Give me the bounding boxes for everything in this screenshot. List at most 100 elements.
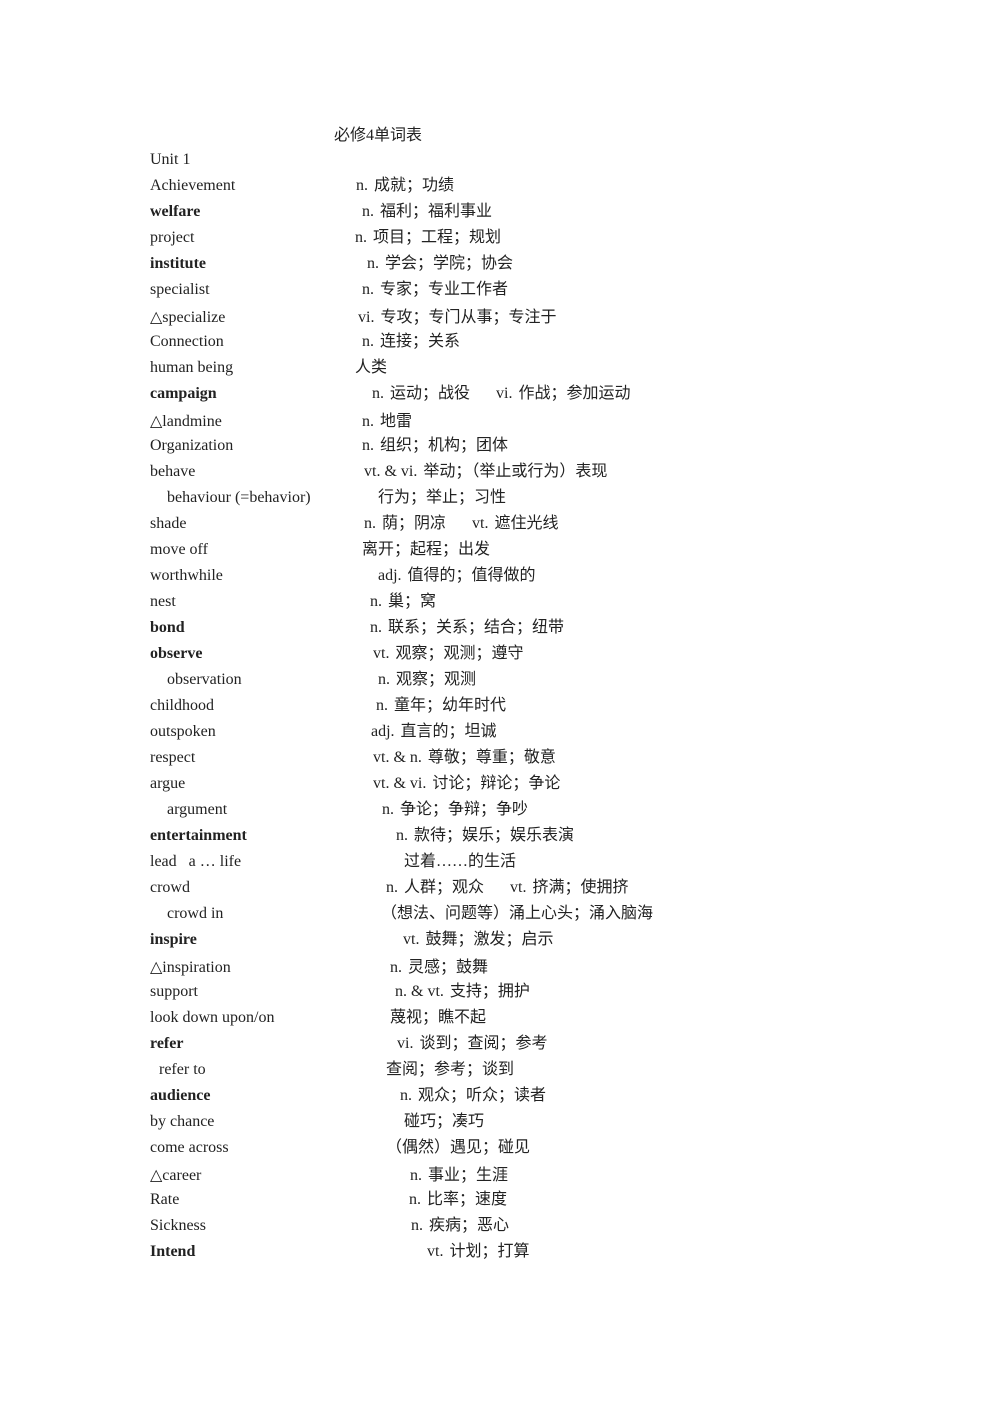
meaning: 值得的；值得做的 <box>407 567 536 584</box>
part-of-speech: n. <box>400 1087 412 1104</box>
meaning: 离开；起程；出发 <box>362 541 491 558</box>
vocab-word: worthwhile <box>150 567 223 584</box>
meaning: 谈到；查阅；参考 <box>419 1035 548 1052</box>
vocab-word: Connection <box>150 333 224 350</box>
vocab-definition: n. 童年；幼年时代 <box>376 696 506 716</box>
meaning: 碰巧；凑巧 <box>404 1113 485 1130</box>
vocab-entry: Intend vt. 计划；打算 <box>0 1242 993 1268</box>
vocab-word: crowd <box>150 879 190 896</box>
meaning: 成就；功绩 <box>374 177 455 194</box>
meaning: 比率；速度 <box>427 1191 508 1208</box>
vocab-definition: vi. 谈到；查阅；参考 <box>397 1034 547 1054</box>
vocab-definition: n. 专家；专业工作者 <box>362 280 508 300</box>
vocab-entry: observation n. 观察；观测 <box>0 670 993 696</box>
vocab-word: behaviour (=behavior) <box>167 489 311 506</box>
part-of-speech: vt. & vi. <box>364 463 418 480</box>
vocab-definition: n. 观察；观测 <box>378 670 476 690</box>
part-of-speech: n. <box>370 619 382 636</box>
vocab-word: △inspiration <box>150 959 231 976</box>
part-of-speech: vt. <box>510 879 527 896</box>
vocab-word: campaign <box>150 385 217 402</box>
vocab-entry: Organization n. 组织；机构；团体 <box>0 436 993 462</box>
part-of-speech: vt. & vi. <box>373 775 427 792</box>
vocab-definition: 过着……的生活 <box>404 852 516 872</box>
vocab-entry: specialist n. 专家；专业工作者 <box>0 280 993 306</box>
vocab-definition: n. 争论；争辩；争吵 <box>382 800 528 820</box>
meaning: 组织；机构；团体 <box>380 437 509 454</box>
part-of-speech: vi. <box>496 385 513 402</box>
vocab-definition: 蔑视；瞧不起 <box>390 1008 486 1028</box>
meaning: 过着……的生活 <box>404 853 517 870</box>
vocab-entry: △landmine n. 地雷 <box>0 412 993 438</box>
vocab-word: △specialize <box>150 309 226 326</box>
vocab-definition: n. 事业；生涯 <box>410 1166 508 1186</box>
part-of-speech: n. <box>410 1167 422 1184</box>
vocab-definition: n. 组织；机构；团体 <box>362 436 508 456</box>
vocab-definition: adj. 直言的；坦诚 <box>371 722 497 742</box>
vocab-entry: behave vt. & vi. 举动；（举止或行为）表现 <box>0 462 993 488</box>
vocab-word: △landmine <box>150 413 222 430</box>
vocab-entry: refer to 查阅；参考；谈到 <box>0 1060 993 1086</box>
unit-heading: Unit 1 <box>150 151 191 168</box>
vocab-entry: behaviour (=behavior) 行为；举止；习性 <box>0 488 993 514</box>
vocab-word: Organization <box>150 437 234 454</box>
vocab-entry: △specialize vi. 专攻；专门从事；专注于 <box>0 308 993 334</box>
meaning: 疾病；恶心 <box>429 1217 510 1234</box>
vocab-definition: n. 联系；关系；结合；纽带 <box>370 618 564 638</box>
vocab-definition: n. 比率；速度 <box>409 1190 507 1210</box>
vocab-entry: come across （偶然）遇见；碰见 <box>0 1138 993 1164</box>
meaning: 行为；举止；习性 <box>378 489 507 506</box>
vocab-entry: shade n. 荫；阴凉 vt. 遮住光线 <box>0 514 993 540</box>
vocab-entry: argue vt. & vi. 讨论；辩论；争论 <box>0 774 993 800</box>
vocab-word: outspoken <box>150 723 216 740</box>
part-of-speech: n. <box>362 413 374 430</box>
vocab-word: argue <box>150 775 186 792</box>
vocab-definition: 离开；起程；出发 <box>362 540 490 560</box>
vocab-definition: n. 疾病；恶心 <box>411 1216 509 1236</box>
meaning: （偶然）遇见；碰见 <box>386 1139 531 1156</box>
meaning: 作战；参加运动 <box>518 385 631 402</box>
vocab-word: move off <box>150 541 208 558</box>
vocab-definition: （偶然）遇见；碰见 <box>386 1138 530 1158</box>
vocab-word: lead a … life <box>150 853 242 870</box>
meaning: 支持；拥护 <box>449 983 530 1000</box>
part-of-speech: n. <box>367 255 379 272</box>
part-of-speech: n. & vt. <box>395 983 444 1000</box>
vocab-definition: n. & vt. 支持；拥护 <box>395 982 530 1002</box>
vocab-entry: outspoken adj. 直言的；坦诚 <box>0 722 993 748</box>
vocab-word: childhood <box>150 697 214 714</box>
meaning: 举动；（举止或行为）表现 <box>423 463 608 480</box>
vocab-definition: n. 灵感；鼓舞 <box>390 958 488 978</box>
vocab-entry: worthwhile adj. 值得的；值得做的 <box>0 566 993 592</box>
vocab-entry: △career n. 事业；生涯 <box>0 1166 993 1192</box>
meaning: 款待；娱乐；娱乐表演 <box>414 827 575 844</box>
vocab-word: respect <box>150 749 196 766</box>
meaning: 蔑视；瞧不起 <box>390 1009 487 1026</box>
vocab-word: audience <box>150 1087 211 1104</box>
vocab-word: look down upon/on <box>150 1009 275 1026</box>
vocab-word: refer <box>150 1035 184 1052</box>
vocab-word: crowd in <box>167 905 224 922</box>
vocab-entry: △inspiration n. 灵感；鼓舞 <box>0 958 993 984</box>
vocab-definition: vt. & n. 尊敬；尊重；敬意 <box>373 748 556 768</box>
vocab-entry: crowd in （想法、问题等）涌上心头；涌入脑海 <box>0 904 993 930</box>
part-of-speech: n. <box>396 827 408 844</box>
meaning: 查阅；参考；谈到 <box>386 1061 515 1078</box>
vocab-definition: n. 巢；窝 <box>370 592 436 612</box>
vocab-definition: vt. & vi. 举动；（举止或行为）表现 <box>364 462 607 482</box>
part-of-speech: n. <box>378 671 390 688</box>
vocab-entry: Achievement n. 成就；功绩 <box>0 176 993 202</box>
meaning: 专家；专业工作者 <box>380 281 509 298</box>
part-of-speech: n. <box>362 203 374 220</box>
vocab-definition: n. 成就；功绩 <box>356 176 454 196</box>
vocab-definition: vt. & vi. 讨论；辩论；争论 <box>373 774 560 794</box>
vocab-definition: n. 款待；娱乐；娱乐表演 <box>396 826 574 846</box>
part-of-speech: vi. <box>397 1035 414 1052</box>
vocab-entry: campaign n. 运动；战役 vi. 作战；参加运动 <box>0 384 993 410</box>
vocab-definition: adj. 值得的；值得做的 <box>378 566 536 586</box>
vocab-definition: n. 连接；关系 <box>362 332 460 352</box>
meaning: 巢；窝 <box>388 593 437 610</box>
meaning: 专攻；专门从事；专注于 <box>380 309 557 326</box>
part-of-speech: n. <box>372 385 384 402</box>
vocab-definition: （想法、问题等）涌上心头；涌入脑海 <box>381 904 653 924</box>
